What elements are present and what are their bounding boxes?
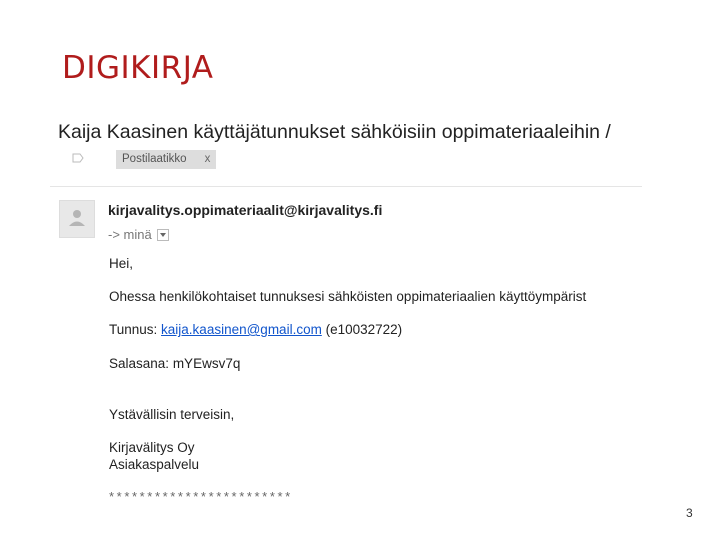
page-number: 3: [686, 506, 693, 520]
label-chip-text: Postilaatikko: [122, 153, 187, 165]
sender-address[interactable]: kirjavalitys.oppimateriaalit@kirjavality…: [108, 202, 382, 218]
sender-avatar: [59, 200, 95, 238]
label-chip-inbox[interactable]: Postilaatikko x: [116, 150, 217, 169]
password-line: Salasana: mYEwsv7q: [109, 356, 240, 371]
department-name: Asiakaspalvelu: [109, 457, 200, 472]
recipient-text: -> minä: [108, 227, 152, 242]
company-name: Kirjavälitys Oy: [109, 440, 195, 455]
greeting: Hei,: [109, 256, 134, 271]
email-screenshot: Kaija Kaasinen käyttäjätunnukset sähköis…: [50, 112, 650, 512]
username-id: (e10032722): [325, 322, 403, 337]
header-divider: [50, 186, 642, 187]
password-value: mYEwsv7q: [172, 356, 241, 371]
details-dropdown-button[interactable]: [156, 228, 169, 241]
person-silhouette-icon: [69, 210, 85, 226]
slide-title: DIGIKIRJA: [62, 50, 214, 86]
username-line: Tunnus: kaija.kaasinen@gmail.com (e10032…: [109, 322, 402, 337]
signature-separator: ************************: [109, 489, 293, 504]
username-email-link[interactable]: kaija.kaasinen@gmail.com: [161, 322, 322, 337]
label-tag-icon: [72, 153, 84, 163]
intro-text: Ohessa henkilökohtaiset tunnuksesi sähkö…: [109, 289, 587, 304]
email-subject: Kaija Kaasinen käyttäjätunnukset sähköis…: [58, 121, 611, 143]
remove-label-button[interactable]: x: [205, 153, 211, 165]
recipient-row: -> minä: [108, 227, 169, 242]
password-label: Salasana:: [109, 356, 170, 371]
username-label: Tunnus:: [109, 322, 158, 337]
closing-text: Ystävällisin terveisin,: [109, 407, 235, 422]
